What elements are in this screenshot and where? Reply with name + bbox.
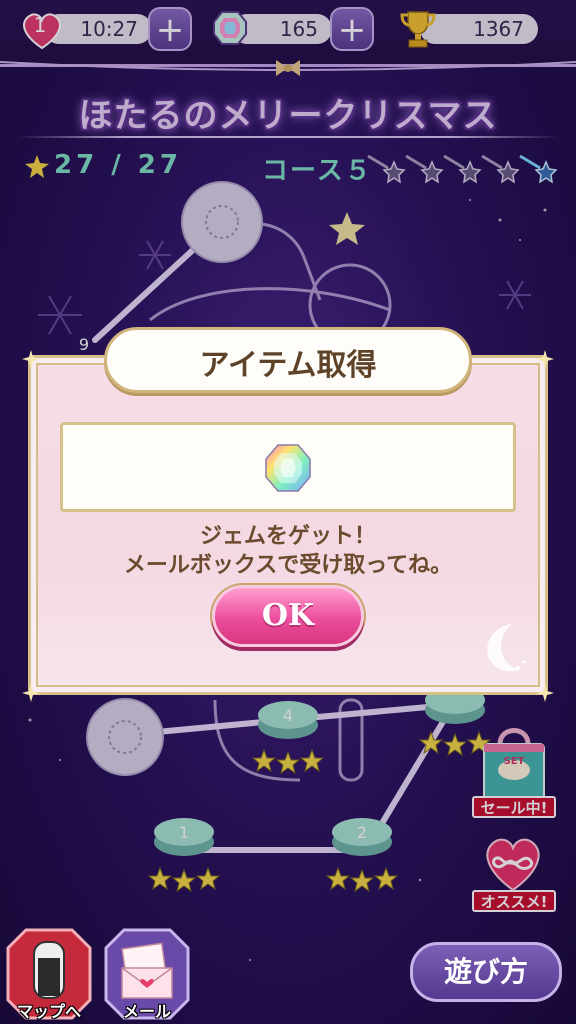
corner-star-icon	[22, 350, 40, 368]
rainbow-gem-icon	[265, 444, 311, 492]
corner-star-icon	[536, 350, 554, 368]
dialog-title: アイテム取得	[199, 348, 377, 383]
corner-star-icon	[22, 684, 40, 702]
message-line-2: メールボックスで受け取ってね。	[123, 553, 453, 578]
corner-star-icon	[536, 684, 554, 702]
ok-button[interactable]: OK	[212, 585, 364, 647]
how-to-play-button[interactable]: 遊び方	[410, 942, 562, 1002]
message-line-1: ジェムをゲット！	[199, 524, 376, 549]
moon-icon	[487, 624, 526, 672]
mail-button-label: メール	[122, 1002, 171, 1021]
map-button-label: マップへ	[16, 1002, 81, 1021]
